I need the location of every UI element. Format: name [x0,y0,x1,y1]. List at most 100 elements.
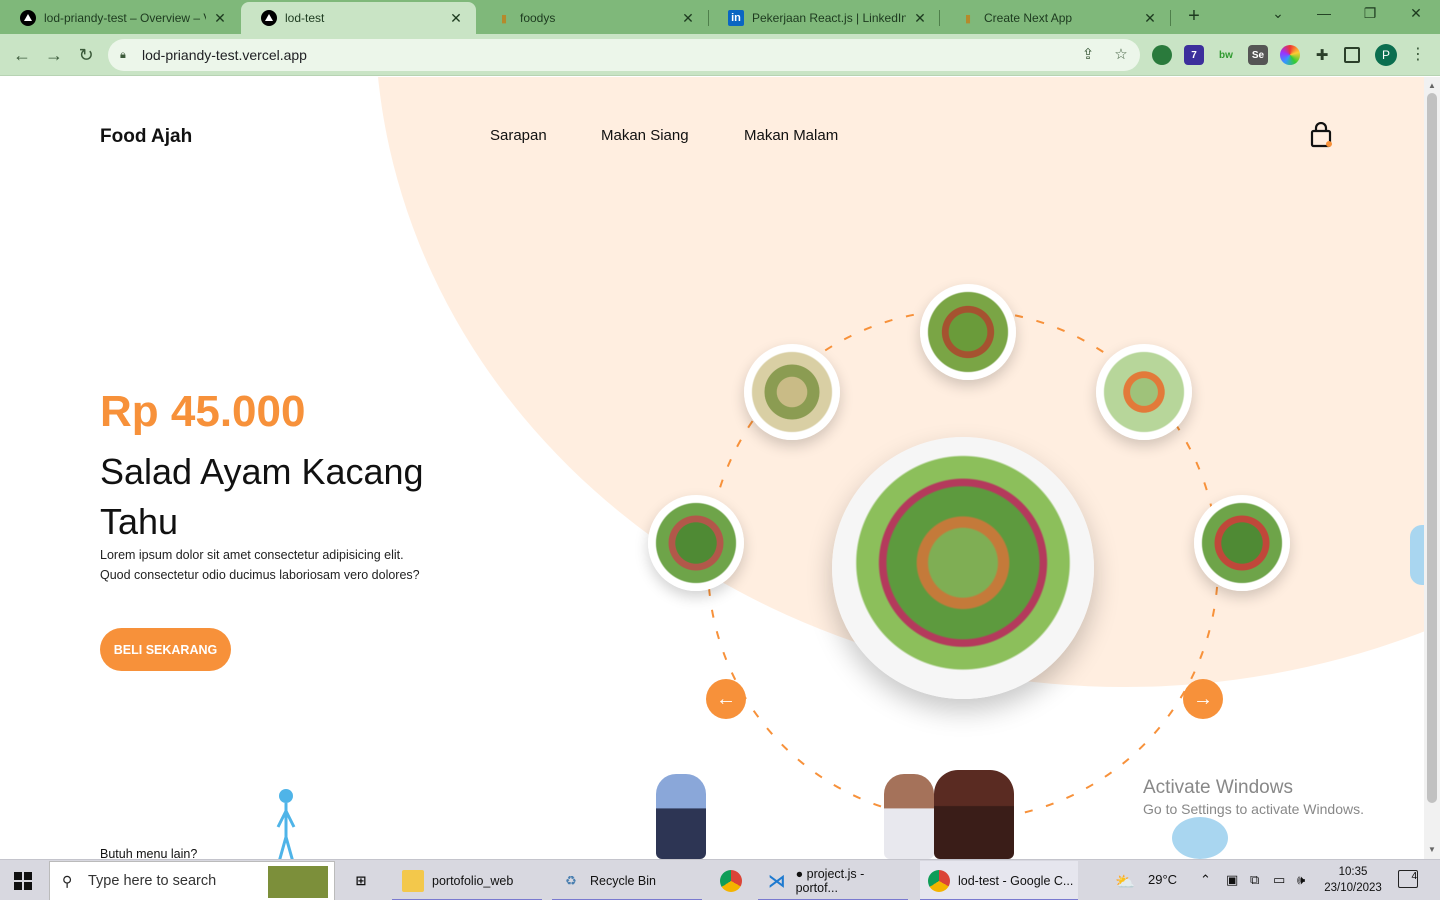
close-icon[interactable]: ✕ [912,10,928,27]
vercel-icon [261,10,277,26]
color-extension-icon[interactable] [1280,45,1300,65]
weather-temp[interactable]: 29°C [1148,872,1177,887]
weather-icon[interactable]: ⛅ [1115,872,1135,892]
vercel-icon [20,10,36,26]
watermark-title: Activate Windows [1143,777,1293,798]
search-icon: ⚲ [62,872,73,889]
bw-label: bw [1219,49,1233,61]
volume-icon[interactable]: 🕪︎ [1297,872,1305,888]
clock-date: 23/10/2023 [1324,882,1382,894]
close-icon[interactable]: ✕ [680,10,696,27]
food-plate-small[interactable] [920,284,1016,380]
chrome-icon [720,870,742,892]
meet-icon[interactable]: ▣ [1226,872,1238,888]
tab-vercel-overview[interactable]: lod-priandy-test – Overview – V ✕ [0,2,240,34]
slime-mascot [1172,817,1228,859]
bw-extension-icon[interactable]: bw [1216,45,1236,65]
recycle-bin-icon: ♻ [565,873,577,888]
tab-title: Pekerjaan React.js | LinkedIn [752,11,906,25]
food-icon: ▮ [964,12,972,25]
taskbar-search[interactable]: ⚲ Type here to search [49,861,335,900]
taskbar-vscode[interactable]: ⋊ ● project.js - portof... [758,861,908,900]
network-icon[interactable]: ▭ [1273,872,1285,888]
menu-kebab-icon[interactable]: ⋮ [1406,43,1430,67]
notification-count: 4 [1411,871,1417,882]
vscode-icon: ⋊ [767,870,786,891]
tab-title: Create Next App [984,11,1073,25]
scroll-down-icon[interactable]: ▼ [1428,845,1436,854]
notification-icon[interactable]: 4 [1398,870,1418,888]
arrow-left-icon[interactable]: ← [706,679,746,719]
tab-title: lod-priandy-test – Overview – V [44,11,206,25]
close-icon[interactable]: ✕ [212,10,228,27]
food-plate-small[interactable] [648,495,744,591]
slime-mascot [1410,525,1424,585]
screen-icon[interactable]: ⧉ [1250,872,1259,888]
watermark-subtitle: Go to Settings to activate Windows. [1143,801,1364,817]
browser-toolbar: ← → ↻ 🔒︎ lod-priandy-test.vercel.app ⇪ ☆… [0,34,1440,76]
tab-linkedin[interactable]: in Pekerjaan React.js | LinkedIn ✕ [708,2,940,34]
food-plate-small[interactable] [1194,495,1290,591]
puzzle-icon[interactable]: ✚ [1312,45,1332,65]
taskbar-item-label: Recycle Bin [590,874,656,888]
taskbar-item-label: lod-test - Google C... [958,874,1074,888]
search-highlight-image[interactable] [268,866,328,898]
windows-start-icon[interactable] [14,872,32,890]
carousel-orbit-arc [707,309,1219,821]
browser-tab-strip: lod-priandy-test – Overview – V ✕ lod-te… [0,0,1440,34]
anime-chibi-mascot [934,770,1014,859]
taskbar-item-label: portofolio_web [432,874,514,888]
se-label: Se [1251,49,1265,61]
hat-extension-icon[interactable]: 7 [1184,45,1204,65]
windows-taskbar: ⚲ Type here to search ⊞ portofolio_web ♻… [0,859,1440,900]
taskbar-item-label: ● project.js - portof... [795,867,865,895]
taskbar-folder-portofolio[interactable]: portofolio_web [392,861,542,900]
profile-avatar[interactable]: P [1375,44,1397,66]
reload-icon[interactable]: ↻ [74,43,98,67]
food-plate-small[interactable] [1096,344,1192,440]
chevron-up-icon[interactable]: ⌃ [1200,872,1211,888]
scrollbar-thumb[interactable] [1427,93,1437,803]
tab-create-next-app[interactable]: ▮ Create Next App ✕ [940,2,1170,34]
taskbar-recycle-bin[interactable]: ♻ Recycle Bin [552,861,702,900]
linkedin-icon: in [728,10,744,26]
tab-lod-test[interactable]: lod-test ✕ [241,2,476,34]
folder-icon [402,870,424,892]
sidepanel-icon[interactable] [1344,47,1360,63]
taskbar-chrome[interactable] [720,861,750,900]
scroll-up-icon[interactable]: ▲ [1428,81,1436,90]
extension-badge: 7 [1191,49,1197,61]
anime-chibi-mascot [884,774,934,859]
arrow-right-icon[interactable]: → [1183,679,1223,719]
tab-foodys[interactable]: ▮ foodys ✕ [476,2,708,34]
tab-separator [1170,10,1171,26]
window-close-icon[interactable]: ✕ [1404,5,1428,22]
anime-chibi-mascot [656,774,706,859]
close-icon[interactable]: ✕ [448,10,464,27]
taskbar-clock[interactable]: 10:35 23/10/2023 [1322,864,1384,896]
globe-extension-icon[interactable] [1152,45,1172,65]
bookmark-star-icon[interactable]: ☆ [1111,45,1131,63]
new-tab-icon[interactable]: + [1183,5,1205,27]
se-extension-icon[interactable]: Se [1248,45,1268,65]
tab-search-chevron-icon[interactable]: ⌄ [1266,5,1290,22]
minimize-icon[interactable]: — [1312,5,1336,21]
close-icon[interactable]: ✕ [1142,10,1158,27]
page-scrollbar[interactable]: ▲ ▼ [1424,77,1440,859]
task-view-icon[interactable]: ⊞ [350,861,380,900]
lock-icon[interactable]: 🔒︎ [120,49,134,62]
restore-icon[interactable]: ❐ [1358,5,1382,22]
back-icon[interactable]: ← [10,43,34,67]
share-icon[interactable]: ⇪ [1078,45,1098,63]
food-plate-small[interactable] [744,344,840,440]
food-icon: ▮ [500,12,508,25]
forward-icon[interactable]: → [42,43,66,67]
chrome-icon [928,870,950,892]
page-viewport: Food Ajah Sarapan Makan Siang Makan Mala… [0,77,1424,859]
tab-title: lod-test [285,11,325,25]
stick-figure-mascot [276,789,296,859]
address-bar[interactable]: 🔒︎ lod-priandy-test.vercel.app ⇪ ☆ [108,39,1140,71]
clock-time: 10:35 [1338,866,1368,878]
activate-windows-watermark: Activate Windows Go to Settings to activ… [1143,777,1364,817]
taskbar-chrome-active[interactable]: lod-test - Google C... [920,861,1078,900]
